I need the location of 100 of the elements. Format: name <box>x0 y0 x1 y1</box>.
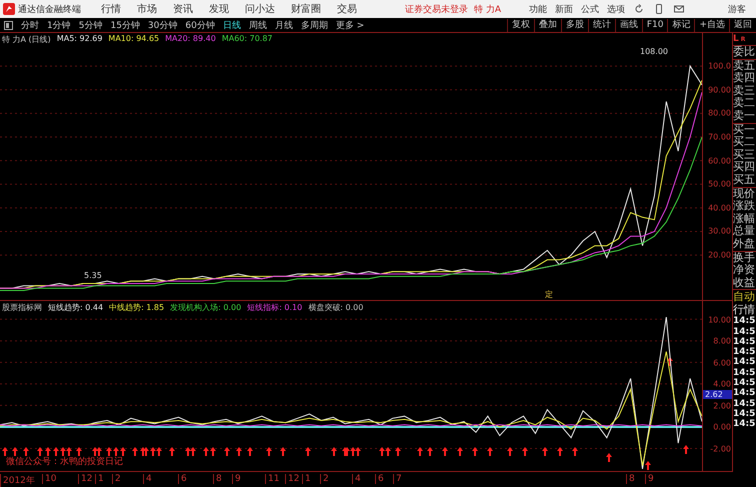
date-label: 7 <box>393 474 402 484</box>
period-tab[interactable]: 多周期 <box>300 18 328 32</box>
axis-label: 6.00 <box>713 358 731 368</box>
period-tab[interactable]: 60分钟 <box>185 18 215 32</box>
chart-title: 特 力A (日线) <box>2 34 51 45</box>
period-tab[interactable]: 1分钟 <box>47 18 71 32</box>
quote-label: 卖二 <box>733 97 756 110</box>
period-tab[interactable]: 日线 <box>222 18 241 32</box>
toolbar-button[interactable]: +自选 <box>694 18 729 32</box>
menu-item[interactable]: 公式 <box>581 2 600 16</box>
toolbar-button[interactable]: 返回 <box>729 18 756 32</box>
quote-label: 现价 <box>733 188 756 200</box>
quote-label: 卖五 <box>733 60 756 72</box>
value-badge: 2.62 <box>703 390 732 400</box>
period-tab[interactable]: 15分钟 <box>110 18 140 32</box>
axis-label: 100.0 <box>708 62 731 71</box>
period-tab[interactable]: 5分钟 <box>78 18 102 32</box>
mail-icon[interactable] <box>674 4 684 14</box>
axis-label: 10.00 <box>708 315 731 324</box>
price-mark: 5.35 <box>84 271 102 280</box>
date-label: 4 <box>143 474 152 484</box>
menu-item[interactable]: 交易 <box>337 2 357 16</box>
menu-item[interactable]: 财富圈 <box>291 2 321 16</box>
axis-label: 30.00 <box>708 226 731 236</box>
menu-item[interactable]: 资讯 <box>173 2 193 16</box>
period-tab[interactable]: 分时 <box>21 18 39 32</box>
date-label: 6 <box>375 474 384 484</box>
quote-label: 买四 <box>733 161 756 174</box>
app-logo-icon <box>3 3 15 15</box>
legend-value: 发现机构入场: 0.00 <box>170 302 242 314</box>
quote-label: 总量 <box>733 225 756 238</box>
panel-header-text[interactable]: L <box>733 34 739 44</box>
period-tab[interactable]: 更多 > <box>336 18 364 32</box>
quote-label: 买三 <box>733 148 756 161</box>
period-tab[interactable]: 月线 <box>274 18 293 32</box>
trade-time: 14:5 <box>733 378 756 388</box>
trade-time: 14:5 <box>733 408 756 420</box>
period-tab[interactable]: 30分钟 <box>148 18 178 32</box>
menu-item[interactable]: 市场 <box>137 2 157 16</box>
menu-item[interactable]: 发现 <box>209 2 229 16</box>
axis-label: 50.00 <box>708 180 731 189</box>
axis-label: 0.00 <box>713 422 731 432</box>
indicator-title: 股票指标网 <box>2 302 42 314</box>
date-label: 4 <box>352 474 361 484</box>
panel-toggle-icon[interactable] <box>4 20 13 30</box>
legend-value: MA20: 89.40 <box>165 34 216 45</box>
menu-item[interactable]: 新面 <box>555 2 574 16</box>
legend-value: MA5: 92.69 <box>56 34 102 45</box>
trade-time: 14:5 <box>733 336 756 348</box>
axis-label: 70.00 <box>708 132 731 142</box>
panel-tab[interactable]: 自动 <box>733 290 756 304</box>
date-label: 9 <box>645 474 654 484</box>
note-text: 微信公众号：水鸭的投资日记 <box>6 456 123 468</box>
quote-label: 买五 <box>733 174 756 187</box>
date-label: 6 <box>178 474 187 484</box>
menu-item[interactable]: 选项 <box>607 2 626 16</box>
legend-value: 短线指标: 0.10 <box>247 302 302 314</box>
quote-label: 卖三 <box>733 84 756 97</box>
refresh-icon[interactable] <box>634 4 644 14</box>
period-tab[interactable]: 周线 <box>248 18 267 32</box>
phone-icon[interactable] <box>654 4 664 14</box>
toolbar-button[interactable]: 复权 <box>506 18 534 32</box>
legend-value: 横盘突破: 0.00 <box>308 302 364 314</box>
status-text: 特 力A <box>474 4 502 16</box>
toolbar-button[interactable]: 叠加 <box>534 18 561 32</box>
trade-time: 14:5 <box>733 316 756 327</box>
axis-label: 60.00 <box>708 156 731 166</box>
quote-label: 委比 <box>733 46 756 59</box>
toolbar-button[interactable]: 画线 <box>614 18 642 32</box>
trade-time: 14:5 <box>733 326 756 337</box>
menu-item[interactable]: 功能 <box>529 2 548 16</box>
quote-label: 换手 <box>733 252 756 264</box>
user-label[interactable]: 游客 <box>728 2 746 16</box>
price-mark: 定 <box>545 289 553 300</box>
date-label: 2012年 <box>0 474 35 487</box>
date-label: 12 <box>78 474 92 484</box>
date-label: 11 <box>265 474 280 484</box>
legend-value: MA10: 94.65 <box>108 34 160 45</box>
quote-label: 外盘 <box>733 238 756 250</box>
date-label: 2 <box>320 474 329 484</box>
axis-label: 40.00 <box>708 203 731 212</box>
trade-time: 14:5 <box>733 347 756 358</box>
toolbar-button[interactable]: 标记 <box>667 18 694 32</box>
legend-value: 短线趋势: 0.44 <box>48 302 104 314</box>
quote-label: 涨跌 <box>733 200 756 213</box>
toolbar-button[interactable]: 多股 <box>560 18 588 32</box>
axis-label: 8.00 <box>713 336 731 346</box>
panel-tab[interactable]: 行情 <box>733 303 756 316</box>
quote-label: 涨幅 <box>733 212 756 225</box>
menu-item[interactable]: 行情 <box>101 2 121 16</box>
axis-label: 20.00 <box>708 250 731 260</box>
toolbar-button[interactable]: 统计 <box>588 18 615 32</box>
trade-time: 14:5 <box>733 357 756 368</box>
date-label: 12 <box>285 474 300 484</box>
axis-label: 90.00 <box>708 85 731 94</box>
legend-value: MA60: 70.87 <box>222 34 273 45</box>
toolbar-button[interactable]: F10 <box>642 18 668 32</box>
quote-label: 收益 <box>733 276 756 290</box>
menu-item[interactable]: 问小达 <box>245 2 275 16</box>
axis-label: -2.00 <box>710 444 731 454</box>
